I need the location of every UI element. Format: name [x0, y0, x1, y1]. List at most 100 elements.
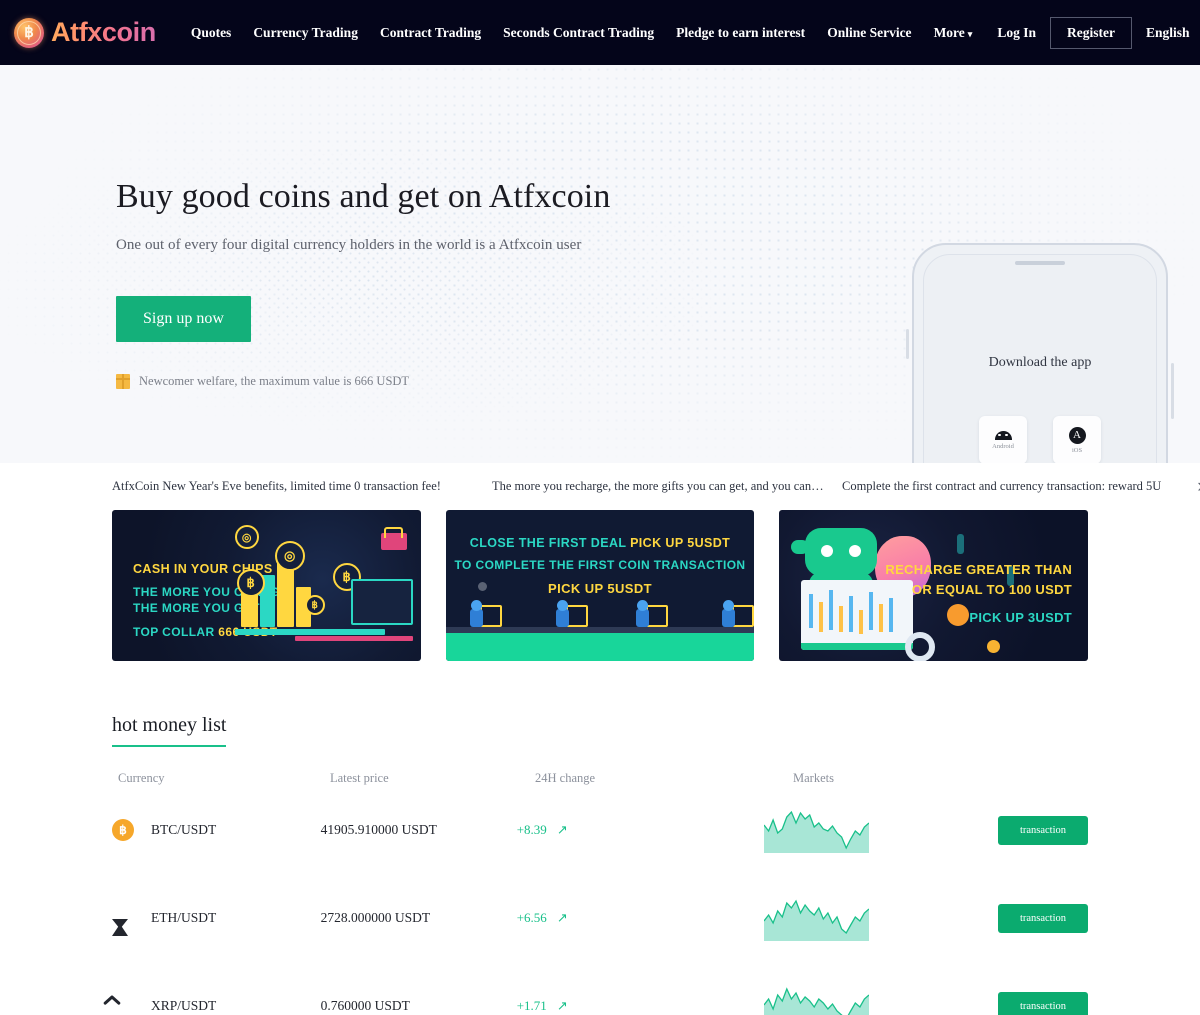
banner-2-line-1-prefix: CLOSE THE FIRST DEAL — [469, 536, 631, 550]
wallet-icon — [380, 527, 407, 550]
ios-download-tile[interactable]: A iOS — [1053, 416, 1101, 463]
cell-24h-change: +1.71 ↗ — [517, 998, 764, 1014]
hot-money-list-section: hot money list Currency Latest price 24H… — [0, 714, 1200, 1015]
promo-banner-row: CASH IN YOUR CHIPS THE MORE YOU CHARGE, … — [0, 510, 1200, 661]
hot-money-table: Currency Latest price 24H change Markets… — [112, 771, 1088, 1015]
currency-pair-label: XRP/USDT — [151, 998, 217, 1013]
trend-up-icon: ↗ — [556, 998, 568, 1013]
cell-action: transaction — [998, 903, 1088, 933]
cell-currency: XRP/USDT — [112, 995, 321, 1015]
coin-icon: ฿ — [304, 595, 325, 615]
table-row[interactable]: ETH/USDT 2728.000000 USDT +6.56 ↗ transactio… — [112, 874, 1088, 962]
robot-head-icon — [805, 528, 878, 576]
coin-dot — [477, 582, 487, 591]
table-row[interactable]: XRP/USDT 0.760000 USDT +1.71 ↗ transaction — [112, 962, 1088, 1015]
currency-pair-label: BTC/USDT — [151, 822, 217, 837]
laptop-icon — [350, 579, 413, 625]
banner-3-line-2: OR EQUAL TO 100 USDT — [911, 582, 1073, 597]
coin-dot — [987, 640, 1001, 653]
ios-label: iOS — [1071, 446, 1083, 454]
cell-currency: ฿ BTC/USDT — [112, 819, 321, 841]
table-row[interactable]: ฿ BTC/USDT 41905.910000 USDT +8.39 ↗ transact… — [112, 786, 1088, 874]
nav-item-contract-trading[interactable]: Contract Trading — [369, 19, 492, 47]
promo-banner-recharge[interactable]: RECHARGE GREATER THAN OR EQUAL TO 100 US… — [779, 510, 1089, 661]
cell-latest-price: 41905.910000 USDT — [320, 822, 437, 837]
cell-markets — [763, 896, 998, 941]
xrp-icon — [112, 995, 134, 1015]
table-header-row: Currency Latest price 24H change Markets — [112, 771, 1088, 786]
miner-cart-illustration — [469, 597, 502, 627]
banner-1-line-3-prefix: TOP COLLAR — [133, 625, 219, 640]
phone-screen: Download the app Android A iOS — [923, 254, 1157, 463]
column-header-action — [1038, 771, 1088, 786]
language-selector[interactable]: English — [1132, 19, 1190, 47]
banner-2-line-3: PICK UP 5USDT — [548, 581, 652, 596]
cell-24h-change: +8.39 ↗ — [517, 822, 764, 838]
column-header-latest-price: Latest price — [330, 771, 389, 785]
sign-up-now-button[interactable]: Sign up now — [116, 296, 251, 342]
hero-title: Buy good coins and get on Atfxcoin — [116, 178, 611, 215]
app-store-tiles: Android A iOS — [924, 416, 1156, 463]
cell-currency: ETH/USDT — [112, 907, 321, 936]
miner-cart-illustration — [721, 597, 754, 627]
news-ticker-item[interactable]: AtfxCoin New Year's Eve benefits, limite… — [112, 479, 492, 494]
banner-2-line-2: TO COMPLETE THE FIRST COIN TRANSACTION — [454, 558, 746, 572]
page-title: hot money list — [112, 714, 227, 747]
cell-latest-price: 0.760000 USDT — [320, 998, 410, 1013]
banner-3-line-3: PICK UP 3USDT — [969, 610, 1073, 625]
cell-action: transaction — [998, 815, 1088, 845]
miner-cart-illustration — [635, 597, 668, 627]
gear-icon — [905, 632, 936, 661]
nav-item-quotes[interactable]: Quotes — [180, 19, 243, 47]
currency-pair-label: ETH/USDT — [151, 910, 217, 925]
top-navigation-bar: ฿ Atfxcoin Quotes Currency Trading Contr… — [0, 0, 1200, 65]
trend-up-icon: ↗ — [556, 910, 568, 925]
news-ticker-item[interactable]: The more you recharge, the more gifts yo… — [492, 479, 842, 494]
transaction-button[interactable]: transaction — [998, 903, 1088, 933]
transaction-button[interactable]: transaction — [998, 991, 1088, 1015]
promo-banner-first-deal[interactable]: CLOSE THE FIRST DEAL PICK UP 5USDT TO CO… — [445, 510, 755, 661]
nav-item-online-service[interactable]: Online Service — [816, 19, 922, 47]
chart-underline — [294, 636, 413, 641]
decorative-bar — [957, 534, 965, 554]
banner-2-floor — [445, 633, 755, 661]
banner-1-illustration: ◎ ◎ ฿ ฿ ฿ — [234, 525, 415, 645]
chevron-right-icon[interactable]: › — [1187, 477, 1200, 496]
news-ticker-items: AtfxCoin New Year's Eve benefits, limite… — [112, 479, 1187, 494]
cell-action: transaction — [998, 991, 1088, 1015]
coin-icon: ◎ — [274, 541, 305, 571]
banner-2-line-1-amount: PICK UP 5USDT — [630, 536, 731, 550]
nav-item-currency-trading[interactable]: Currency Trading — [242, 19, 369, 47]
phone-mockup: Download the app Android A iOS — [906, 243, 1174, 463]
bitcoin-coin-icon: ฿ — [14, 17, 44, 48]
nav-item-seconds-contract-trading[interactable]: Seconds Contract Trading — [492, 19, 665, 47]
news-ticker: AtfxCoin New Year's Eve benefits, limite… — [0, 463, 1200, 509]
banner-2-line-1: CLOSE THE FIRST DEAL PICK UP 5USDT — [446, 536, 755, 550]
column-header-currency: Currency — [118, 771, 165, 785]
trend-up-icon: ↗ — [556, 822, 568, 837]
banner-3-line-1: RECHARGE GREATER THAN — [885, 562, 1073, 577]
nav-item-more[interactable]: More ▾ — [923, 19, 984, 47]
miner-cart-illustration — [555, 597, 588, 627]
robot-ear-icon — [791, 540, 810, 554]
primary-nav-links: Quotes Currency Trading Contract Trading… — [180, 19, 984, 47]
eth-icon — [112, 907, 134, 936]
download-app-title: Download the app — [988, 355, 1092, 370]
promo-banner-cash-in-your-chips[interactable]: CASH IN YOUR CHIPS THE MORE YOU CHARGE, … — [112, 510, 421, 661]
hero-section: Buy good coins and get on Atfxcoin One o… — [0, 65, 1200, 463]
cell-24h-change: +6.56 ↗ — [517, 910, 764, 926]
sparkline-chart — [763, 986, 869, 1015]
chart-baseline — [234, 629, 385, 635]
nav-item-pledge-to-earn-interest[interactable]: Pledge to earn interest — [665, 19, 816, 47]
brand-logo[interactable]: ฿ Atfxcoin — [14, 17, 156, 48]
table-body: ฿ BTC/USDT 41905.910000 USDT +8.39 ↗ transact… — [112, 786, 1088, 1015]
android-icon — [994, 430, 1012, 440]
login-button[interactable]: Log In — [983, 19, 1050, 47]
cell-markets — [763, 808, 998, 853]
register-button[interactable]: Register — [1049, 16, 1132, 49]
bitcoin-symbol: ฿ — [24, 24, 34, 41]
android-download-tile[interactable]: Android — [979, 416, 1027, 463]
news-ticker-item[interactable]: Complete the first contract and currency… — [842, 479, 1187, 494]
phone-speaker-notch — [1015, 261, 1065, 265]
transaction-button[interactable]: transaction — [998, 815, 1088, 845]
